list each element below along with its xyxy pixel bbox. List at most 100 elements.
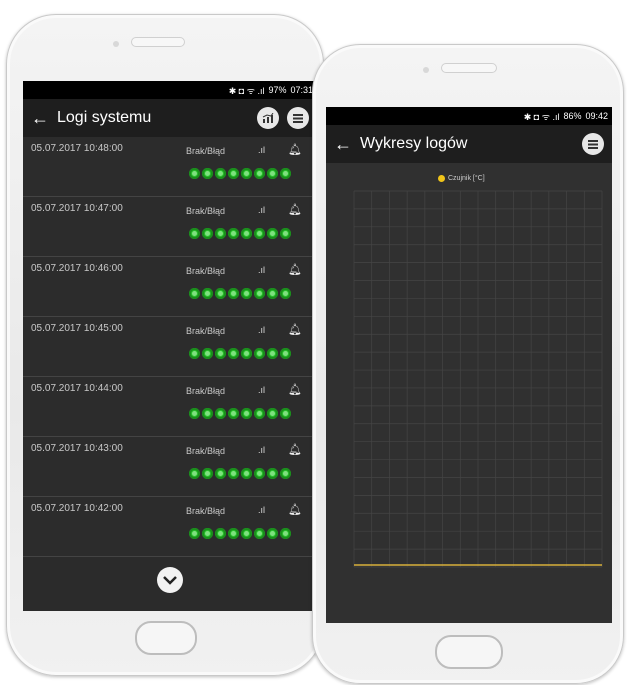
log-timestamp: 05.07.2017 10:42:00 — [31, 503, 123, 514]
log-row[interactable]: 05.07.2017 10:43:00 Brak/Błąd .ıl 🔔︎ — [23, 437, 317, 497]
sensor-status-icon — [267, 468, 278, 479]
sensor-status-icon — [228, 408, 239, 419]
sensor-status-icon — [241, 348, 252, 359]
sensor-status-icon — [215, 528, 226, 539]
chart-icon — [262, 112, 274, 123]
sensor-status-icon — [280, 168, 291, 179]
bell-icon: 🔔︎ — [288, 144, 302, 156]
log-list[interactable]: 05.07.2017 10:48:00 Brak/Błąd .ıl 🔔︎ 05.07.2… — [23, 137, 317, 557]
log-status: Brak/Błąd — [186, 266, 226, 276]
sensor-status-icon — [267, 228, 278, 239]
sensor-status-icon — [202, 288, 213, 299]
log-row[interactable]: 05.07.2017 10:48:00 Brak/Błąd .ıl 🔔︎ — [23, 137, 317, 197]
log-row[interactable]: 05.07.2017 10:44:00 Brak/Błąd .ıl 🔔︎ — [23, 377, 317, 437]
sensor-status-icon — [202, 528, 213, 539]
bell-icon: 🔔︎ — [288, 204, 302, 216]
bell-icon: 🔔︎ — [288, 444, 302, 456]
sensor-status-icon — [254, 168, 265, 179]
sensor-indicators — [189, 528, 291, 539]
sensor-status-icon — [254, 228, 265, 239]
app-toolbar: ← Logi systemu — [23, 99, 317, 137]
bell-icon: 🔔︎ — [288, 504, 302, 516]
log-timestamp: 05.07.2017 10:44:00 — [31, 383, 123, 394]
log-timestamp: 05.07.2017 10:45:00 — [31, 323, 123, 334]
menu-icon — [293, 113, 303, 123]
sensor-status-icon — [215, 168, 226, 179]
sensor-status-icon — [280, 348, 291, 359]
camera — [423, 67, 429, 73]
menu-button[interactable] — [287, 107, 309, 129]
sensor-status-icon — [267, 408, 278, 419]
sensor-status-icon — [202, 168, 213, 179]
sensor-status-icon — [189, 408, 200, 419]
menu-button[interactable] — [582, 133, 604, 155]
home-button[interactable] — [135, 621, 197, 655]
back-arrow-icon[interactable]: ← — [326, 134, 360, 155]
scroll-down-button[interactable] — [157, 567, 183, 593]
phone-left: ✱ ◘ ᯤ .ıl 97% 07:31 ← Logi systemu 05.07… — [6, 14, 324, 676]
log-row[interactable]: 05.07.2017 10:42:00 Brak/Błąd .ıl 🔔︎ — [23, 497, 317, 557]
sensor-status-icon — [241, 408, 252, 419]
signal-icon: .ıl — [258, 505, 266, 515]
sensor-status-icon — [202, 348, 213, 359]
camera — [113, 41, 119, 47]
chevron-down-icon — [163, 575, 177, 585]
log-status: Brak/Błąd — [186, 326, 226, 336]
sensor-status-icon — [202, 408, 213, 419]
log-row[interactable]: 05.07.2017 10:45:00 Brak/Błąd .ıl 🔔︎ — [23, 317, 317, 377]
sensor-status-icon — [280, 228, 291, 239]
screen-logs: ✱ ◘ ᯤ .ıl 97% 07:31 ← Logi systemu 05.07… — [23, 81, 317, 611]
app-toolbar: ← Wykresy logów — [326, 125, 612, 163]
sensor-status-icon — [189, 348, 200, 359]
signal-icon: .ıl — [258, 265, 266, 275]
log-chart[interactable]: Czujnik [°C] — [326, 163, 612, 623]
sensor-status-icon — [254, 528, 265, 539]
sensor-status-icon — [267, 288, 278, 299]
log-timestamp: 05.07.2017 10:46:00 — [31, 263, 123, 274]
bell-icon: 🔔︎ — [288, 324, 302, 336]
sensor-status-icon — [241, 468, 252, 479]
chart-button[interactable] — [257, 107, 279, 129]
sensor-status-icon — [241, 288, 252, 299]
status-icons: ✱ ◘ ᯤ .ıl — [228, 85, 265, 96]
battery-level: 86% — [563, 111, 582, 121]
status-bar: ✱ ◘ ᯤ .ıl 97% 07:31 — [23, 81, 317, 99]
sensor-status-icon — [228, 468, 239, 479]
log-row[interactable]: 05.07.2017 10:46:00 Brak/Błąd .ıl 🔔︎ — [23, 257, 317, 317]
log-status: Brak/Błąd — [186, 146, 226, 156]
sensor-status-icon — [241, 528, 252, 539]
sensor-status-icon — [228, 288, 239, 299]
sensor-status-icon — [254, 348, 265, 359]
sensor-status-icon — [280, 528, 291, 539]
sensor-status-icon — [189, 288, 200, 299]
sensor-status-icon — [202, 228, 213, 239]
status-bar: ✱ ◘ ᯤ .ıl 86% 09:42 — [326, 107, 612, 125]
sensor-status-icon — [228, 168, 239, 179]
sensor-status-icon — [228, 528, 239, 539]
log-row[interactable]: 05.07.2017 10:47:00 Brak/Błąd .ıl 🔔︎ — [23, 197, 317, 257]
sensor-status-icon — [228, 228, 239, 239]
sensor-status-icon — [241, 168, 252, 179]
sensor-indicators — [189, 468, 291, 479]
sensor-status-icon — [280, 288, 291, 299]
sensor-status-icon — [280, 408, 291, 419]
sensor-status-icon — [215, 288, 226, 299]
home-button[interactable] — [435, 635, 503, 669]
speaker — [131, 37, 185, 47]
speaker — [441, 63, 497, 73]
back-arrow-icon[interactable]: ← — [23, 108, 57, 129]
status-icons: ✱ ◘ ᯤ .ıl — [523, 111, 560, 122]
sensor-status-icon — [254, 408, 265, 419]
sensor-status-icon — [189, 168, 200, 179]
sensor-status-icon — [189, 228, 200, 239]
signal-icon: .ıl — [258, 145, 266, 155]
log-status: Brak/Błąd — [186, 206, 226, 216]
sensor-indicators — [189, 348, 291, 359]
sensor-status-icon — [267, 528, 278, 539]
sensor-status-icon — [202, 468, 213, 479]
sensor-status-icon — [215, 228, 226, 239]
log-timestamp: 05.07.2017 10:43:00 — [31, 443, 123, 454]
chart-plot — [353, 190, 603, 568]
log-timestamp: 05.07.2017 10:47:00 — [31, 203, 123, 214]
page-title: Wykresy logów — [360, 135, 468, 152]
